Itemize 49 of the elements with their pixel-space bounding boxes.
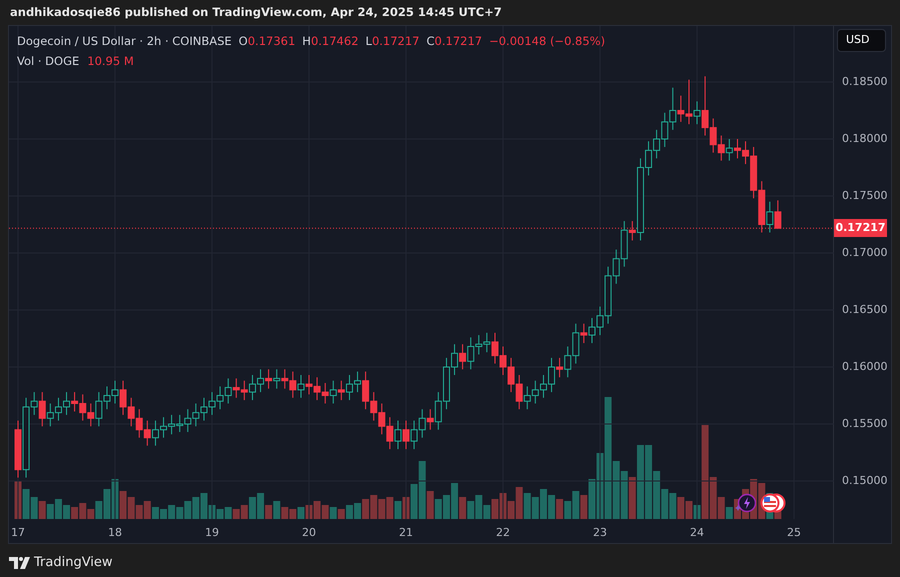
candlestick [330,380,337,404]
date-tick: 18 [107,525,124,541]
ohlc-value: H0.17462 [302,33,359,50]
price-tick: 0.16000 [842,360,888,374]
price-tick: 0.15000 [842,474,888,488]
volume-value: 10.95 M [87,53,134,70]
candlestick [394,420,402,450]
price-tick: 0.15500 [842,417,888,432]
lightning-icon [734,493,756,513]
date-tick: 22 [495,525,512,541]
price-tick: 0.18000 [842,132,888,146]
candlestick [580,323,588,344]
price-tick: 0.17000 [842,246,888,260]
ohlc-value: O0.17361 [238,33,296,50]
candlestick [556,357,564,378]
candlestick [338,380,345,401]
candlestick [628,220,636,241]
symbol-title: Dogecoin / US Dollar · 2h · COINBASE [17,33,232,50]
publish-info: andhikadosqie86 published on TradingView.com, Apr 24, 2025 14:45 UTC+7 [10,4,502,21]
ohlc-value: L0.17217 [366,33,420,50]
candlestick [774,200,782,229]
date-tick: 21 [398,525,414,541]
candlestick [265,368,272,390]
current-price-badge: 0.17217 [834,219,887,238]
date-tick: 17 [10,525,26,541]
volume-label: Vol · DOGE [17,53,80,70]
date-tick: 20 [301,525,318,541]
candlestick [766,201,774,233]
date-tick: 25 [786,525,802,541]
price-tick: 0.16500 [842,303,888,317]
price-tick: 0.18500 [842,74,888,89]
date-tick: 23 [592,525,608,541]
price-change: −0.00148 (−0.85%) [489,33,606,50]
flag-icon [760,493,786,513]
candlestick [38,392,46,427]
ohlc-value: C0.17217 [426,33,482,50]
date-tick: 24 [689,525,706,541]
date-tick: 19 [204,525,220,541]
currency-button[interactable]: USD [837,29,886,52]
candlestick [426,408,434,430]
candlestick [273,368,280,390]
candlestick [694,100,701,125]
price-tick: 0.17500 [842,188,888,203]
brand-name: TradingView [34,554,113,572]
candlestick [402,420,410,450]
candlestick [726,138,733,162]
candlestick [297,374,304,398]
candlestick [459,344,466,370]
logo-icon [9,556,30,569]
